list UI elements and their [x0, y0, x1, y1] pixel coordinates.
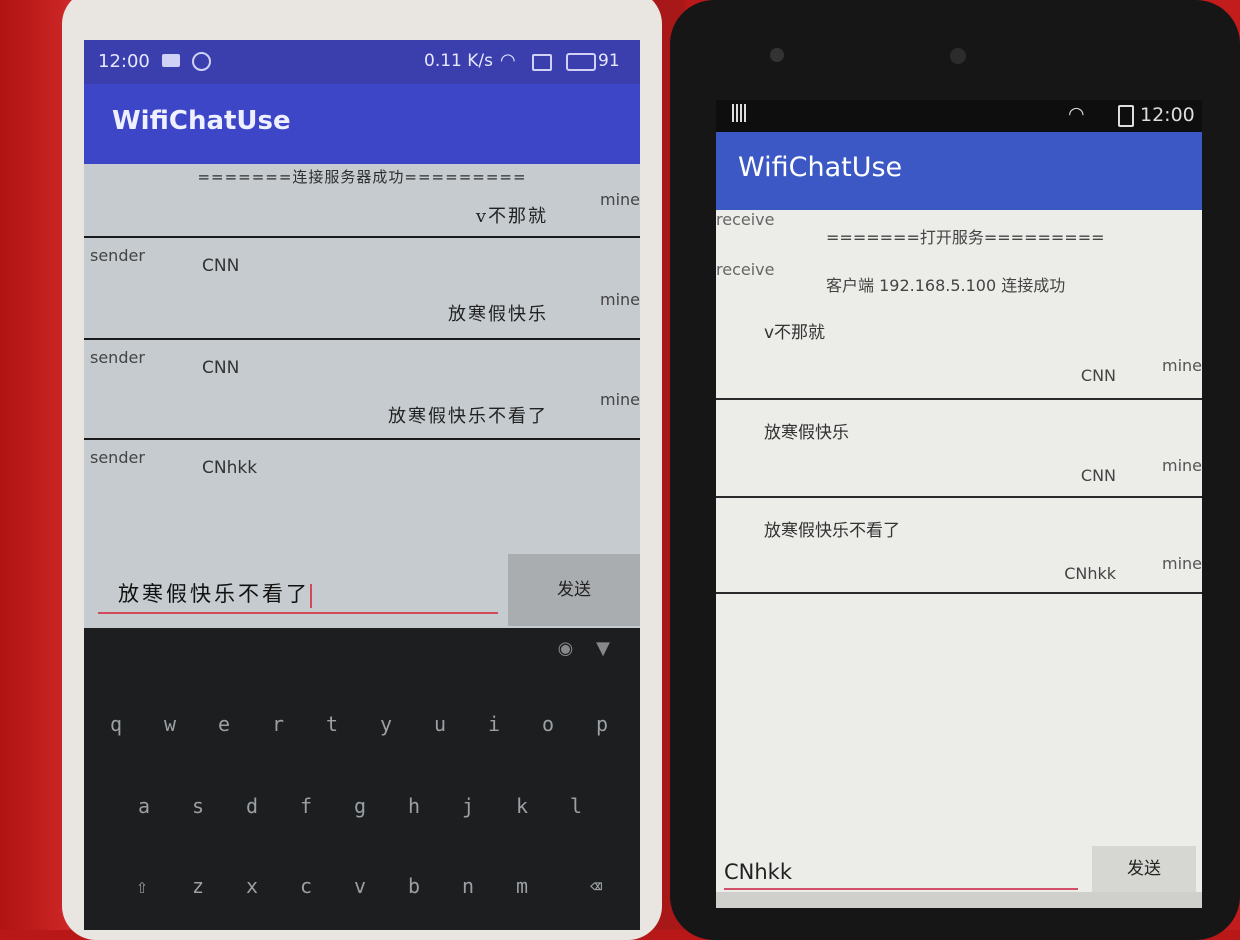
key-u[interactable]: u [416, 696, 464, 752]
mine-label: mine [599, 390, 640, 409]
message-input-value: 放寒假快乐不看了 [118, 582, 310, 606]
sim-icon [532, 54, 552, 71]
sender-name: CNhkk [1064, 564, 1116, 583]
shift-icon[interactable]: ⇧ [118, 858, 166, 914]
key-j[interactable]: j [444, 778, 492, 834]
receive-label: receive [716, 210, 775, 229]
key-x[interactable]: x [228, 858, 276, 914]
message-text: v不那就 [764, 323, 826, 343]
message-input[interactable]: 放寒假快乐不看了 [98, 574, 498, 614]
list-item[interactable]: v不那就 CNN mine [716, 300, 1202, 400]
list-item[interactable]: sender CNN 放寒假快乐不看了 mine [84, 340, 640, 440]
text-caret [310, 583, 312, 608]
message-text: 放寒假快乐不看了 [388, 406, 548, 427]
message-text: 放寒假快乐 [764, 423, 849, 443]
key-s[interactable]: s [174, 778, 222, 834]
send-button[interactable]: 发送 [1092, 846, 1196, 892]
keyboard: ◉ ▼ q w e r t y u i o p a s d f g h j k … [84, 628, 640, 930]
key-v[interactable]: v [336, 858, 384, 914]
list-item[interactable]: 放寒假快乐 CNN mine [716, 400, 1202, 498]
sender-label: sender [90, 348, 145, 367]
list-item[interactable]: =======连接服务器成功========= v不那就 mine [84, 164, 640, 238]
key-o[interactable]: o [524, 696, 572, 752]
sender-name: CNN [202, 256, 240, 276]
key-i[interactable]: i [470, 696, 518, 752]
key-c[interactable]: c [282, 858, 330, 914]
left-status-bar: 12:00 0.11 K/s ◠ 91 [84, 40, 640, 84]
sender-name: CNN [202, 358, 240, 378]
network-speed: 0.11 K/s [424, 51, 493, 71]
key-t[interactable]: t [308, 696, 356, 752]
key-z[interactable]: z [174, 858, 222, 914]
list-item[interactable]: sender CNN 放寒假快乐 mine [84, 238, 640, 340]
mine-label: mine [1161, 356, 1202, 375]
right-screen: ◠ 12:00 WifiChatUse receive =======打开服务=… [716, 100, 1202, 908]
key-b[interactable]: b [390, 858, 438, 914]
key-k[interactable]: k [498, 778, 546, 834]
list-item[interactable]: sender CNhkk [84, 440, 640, 550]
sender-name: CNN [1080, 466, 1116, 485]
message-input[interactable]: CNhkk [724, 854, 1078, 890]
key-y[interactable]: y [362, 696, 410, 752]
sender-name: CNN [1080, 366, 1116, 385]
backspace-icon[interactable]: ⌫ [572, 858, 620, 914]
right-status-bar: ◠ 12:00 [716, 100, 1202, 132]
key-d[interactable]: d [228, 778, 276, 834]
key-q[interactable]: q [92, 696, 140, 752]
signal-icon [732, 104, 748, 122]
message-text: 放寒假快乐 [448, 304, 548, 325]
battery-icon [1118, 105, 1134, 127]
sender-name: CNhkk [202, 458, 258, 478]
message-text: v不那就 [475, 206, 548, 227]
key-m[interactable]: m [498, 858, 546, 914]
status-time: 12:00 [1140, 104, 1195, 126]
key-w[interactable]: w [146, 696, 194, 752]
key-a[interactable]: a [120, 778, 168, 834]
system-message: =======连接服务器成功========= [197, 168, 527, 186]
mail-icon [162, 54, 180, 67]
key-l[interactable]: l [552, 778, 600, 834]
battery-level: 91 [598, 51, 620, 71]
system-message: 客户端 192.168.5.100 连接成功 [826, 276, 1066, 295]
mine-label: mine [1161, 554, 1202, 573]
key-f[interactable]: f [282, 778, 330, 834]
mine-label: mine [599, 290, 640, 309]
right-app-bar: WifiChatUse [716, 132, 1202, 210]
battery-icon [566, 53, 596, 71]
app-title: WifiChatUse [112, 106, 291, 136]
do-not-disturb-icon [192, 52, 211, 71]
app-title: WifiChatUse [738, 152, 903, 183]
send-button[interactable]: 发送 [508, 554, 640, 626]
status-time: 12:00 [98, 51, 150, 72]
key-p[interactable]: p [578, 696, 626, 752]
key-h[interactable]: h [390, 778, 438, 834]
keyboard-tools-icon[interactable]: ◉ ▼ [558, 638, 610, 659]
system-message: =======打开服务========= [826, 228, 1105, 247]
sender-label: sender [90, 246, 145, 265]
receive-label: receive [716, 260, 775, 279]
list-item[interactable]: 放寒假快乐不看了 CNhkk mine [716, 498, 1202, 594]
mine-label: mine [1161, 456, 1202, 475]
left-screen: 12:00 0.11 K/s ◠ 91 WifiChatUse =======连… [84, 40, 640, 930]
message-text: 放寒假快乐不看了 [764, 521, 900, 541]
key-n[interactable]: n [444, 858, 492, 914]
navigation-bar [716, 892, 1202, 908]
key-g[interactable]: g [336, 778, 384, 834]
wifi-icon: ◠ [500, 50, 516, 71]
wifi-icon: ◠ [1068, 103, 1085, 125]
sender-label: sender [90, 448, 145, 467]
left-app-bar: WifiChatUse [84, 84, 640, 164]
key-e[interactable]: e [200, 696, 248, 752]
camera-icon [770, 48, 784, 62]
key-r[interactable]: r [254, 696, 302, 752]
speaker-icon [950, 48, 966, 64]
mine-label: mine [599, 190, 640, 209]
